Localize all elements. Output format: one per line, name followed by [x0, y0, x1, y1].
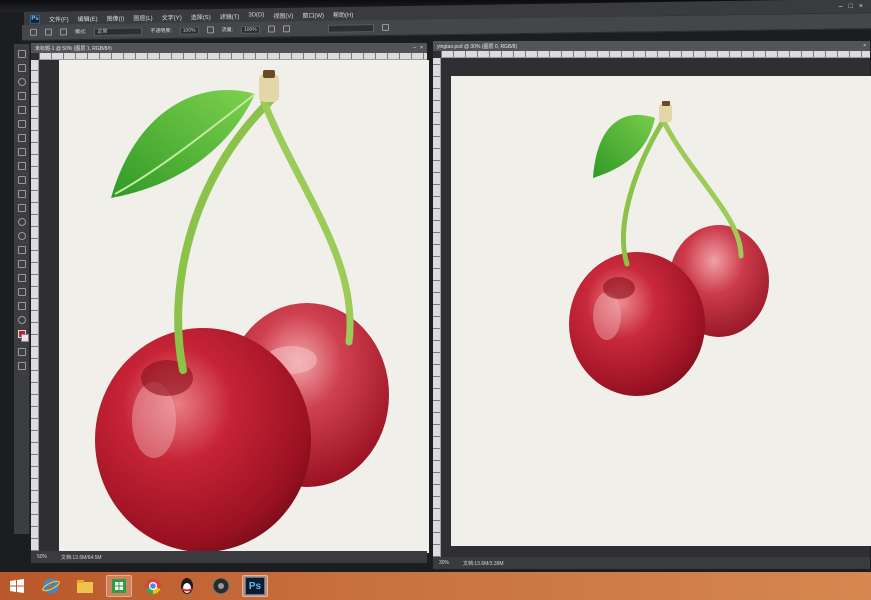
document-tab-right[interactable]: yingtao.psd @ 30% (图层 0, RGB/8) × [433, 41, 870, 51]
zoom-level-left[interactable]: 50% [37, 554, 47, 560]
tablet-icon[interactable] [381, 23, 389, 31]
shape-tool-icon[interactable] [17, 288, 26, 296]
menu-view[interactable]: 视图(V) [273, 10, 293, 19]
zoom-tool-icon[interactable] [17, 316, 26, 324]
status-bar-right: 30% 文档:13.6M/3.39M [433, 557, 870, 569]
menu-file[interactable]: 文件(F) [49, 14, 69, 23]
menu-window[interactable]: 窗口(W) [302, 10, 324, 19]
document-window-left: 未标题-1 @ 50% (图层 1, RGB/8#) – × 50% 文档:13… [30, 42, 429, 564]
pressure-opacity-icon[interactable] [206, 26, 214, 34]
pressure-size-icon[interactable] [282, 25, 290, 33]
menu-3d[interactable]: 3D(D) [248, 12, 264, 18]
pen-tool-icon[interactable] [17, 246, 26, 254]
chrome-icon[interactable] [140, 575, 166, 597]
cherry-artwork-right [569, 101, 769, 396]
opacity-input[interactable]: 100% [179, 26, 199, 35]
ps-app-icon: Ps [30, 14, 40, 24]
eyedropper-tool-icon[interactable] [17, 120, 26, 128]
mode-label: 模式: [75, 29, 87, 36]
zoom-level-right[interactable]: 30% [439, 560, 449, 566]
window-controls: – □ × [839, 2, 871, 10]
flow-input[interactable]: 100% [240, 25, 260, 34]
brush-panel-icon[interactable] [60, 28, 67, 36]
brush-tool-icon[interactable] [17, 148, 26, 156]
cherry-artwork-left [95, 70, 389, 552]
brush-preset-icon[interactable] [45, 28, 52, 36]
minimize-button[interactable]: – [839, 3, 843, 10]
menu-select[interactable]: 选择(S) [191, 12, 211, 21]
media-player-icon[interactable] [208, 575, 234, 597]
quick-mask-icon[interactable] [17, 348, 26, 356]
tools-panel [14, 44, 30, 534]
horizontal-ruler[interactable] [39, 53, 427, 60]
blur-tool-icon[interactable] [17, 218, 26, 226]
tab-close-button-right[interactable]: × [863, 43, 866, 49]
eraser-tool-icon[interactable] [17, 190, 26, 198]
qq-penguin-icon[interactable] [174, 575, 200, 597]
path-select-tool-icon[interactable] [17, 274, 26, 282]
screen-mode-icon[interactable] [17, 362, 26, 370]
photoshop-taskbar-button[interactable]: Ps [242, 575, 268, 597]
flow-label: 流量: [221, 27, 233, 34]
document-tab-left[interactable]: 未标题-1 @ 50% (图层 1, RGB/8#) – × [31, 43, 427, 53]
canvas-left[interactable] [59, 60, 429, 553]
store-icon[interactable] [106, 575, 132, 597]
gradient-tool-icon[interactable] [17, 204, 26, 212]
status-bar-left: 50% 文档:13.6M/64.5M [31, 551, 427, 563]
crop-tool-icon[interactable] [17, 106, 26, 114]
document-window-right: yingtao.psd @ 30% (图层 0, RGB/8) × 30% 文档… [432, 40, 871, 570]
vertical-ruler-right[interactable] [433, 58, 441, 557]
tab-controls-left: – × [413, 45, 427, 51]
brush-tool-icon[interactable] [30, 28, 37, 36]
menu-edit[interactable]: 编辑(E) [78, 13, 98, 22]
lasso-tool-icon[interactable] [17, 78, 26, 86]
photoshop-icon: Ps [245, 577, 265, 595]
move-tool-icon[interactable] [17, 50, 26, 58]
vertical-ruler[interactable] [31, 60, 39, 551]
workspace-select[interactable] [327, 23, 374, 33]
stamp-tool-icon[interactable] [17, 162, 26, 170]
menu-layer[interactable]: 图层(L) [133, 12, 152, 21]
canvas-right[interactable] [451, 76, 871, 546]
marquee-tool-icon[interactable] [17, 64, 26, 72]
doc-info-right[interactable]: 文档:13.6M/3.39M [463, 560, 504, 567]
close-button[interactable]: × [859, 2, 863, 9]
airbrush-icon[interactable] [267, 25, 275, 33]
doc-info-left[interactable]: 文档:13.6M/64.5M [61, 554, 102, 561]
type-tool-icon[interactable] [17, 260, 26, 268]
menu-filter[interactable]: 滤镜(T) [220, 11, 240, 20]
document-title-left: 未标题-1 @ 50% (图层 1, RGB/8#) [35, 45, 112, 52]
windows-taskbar: Ps [0, 572, 871, 600]
windows-start-icon[interactable] [4, 575, 30, 597]
menu-type[interactable]: 文字(Y) [162, 12, 182, 21]
opacity-label: 不透明度: [150, 27, 172, 35]
internet-explorer-icon[interactable] [38, 575, 64, 597]
menu-help[interactable]: 帮助(H) [333, 9, 353, 18]
hand-tool-icon[interactable] [17, 302, 26, 310]
horizontal-ruler-right[interactable] [441, 51, 870, 58]
maximize-button[interactable]: □ [849, 2, 853, 9]
mode-select[interactable]: 正常 [94, 26, 143, 36]
quick-select-tool-icon[interactable] [17, 92, 26, 100]
tab-close-button[interactable]: × [420, 45, 423, 51]
healing-tool-icon[interactable] [17, 134, 26, 142]
tab-controls-right: × [863, 43, 870, 49]
dodge-tool-icon[interactable] [17, 232, 26, 240]
file-explorer-icon[interactable] [72, 575, 98, 597]
background-color-swatch[interactable] [20, 334, 29, 342]
document-title-right: yingtao.psd @ 30% (图层 0, RGB/8) [437, 43, 518, 50]
tab-minimize-button[interactable]: – [413, 45, 416, 51]
history-brush-tool-icon[interactable] [17, 176, 26, 184]
menu-image[interactable]: 图像(I) [107, 13, 125, 22]
